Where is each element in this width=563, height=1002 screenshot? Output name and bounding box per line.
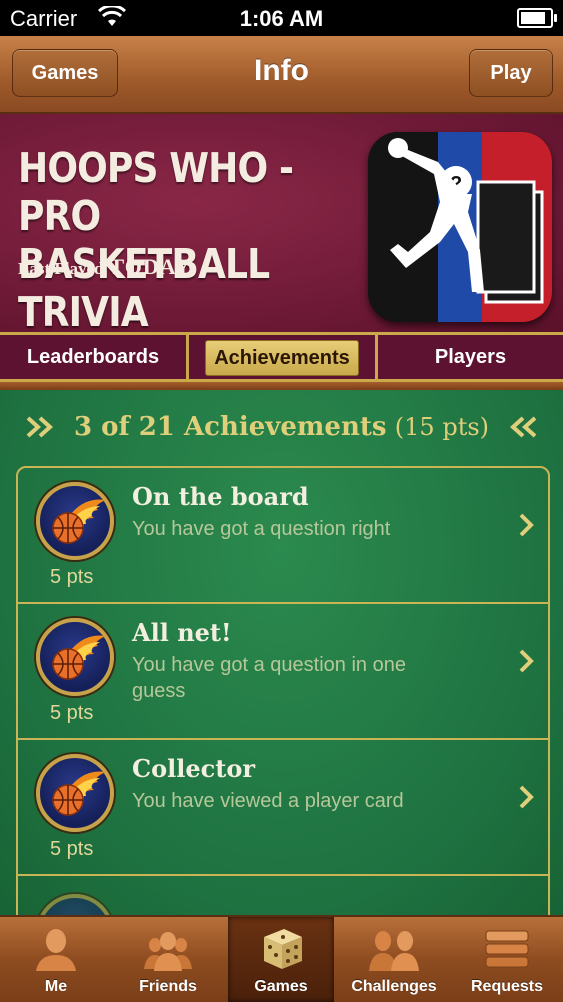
achievement-row[interactable]: 5 pts On the board You have got a questi… bbox=[18, 468, 548, 604]
achievement-description: You have got a question right bbox=[132, 518, 391, 540]
chevron-right-icon bbox=[519, 513, 534, 537]
achievement-row[interactable]: 5 pts All net! You have got a question i… bbox=[18, 604, 548, 740]
chevron-right-icon bbox=[519, 785, 534, 809]
achievement-points: 5 pts bbox=[50, 838, 94, 860]
tab-me-label: Me bbox=[44, 978, 68, 995]
tab-leaderboards[interactable]: Leaderboards bbox=[0, 335, 189, 379]
segmented-control: Leaderboards Achievements Players bbox=[0, 332, 563, 382]
tab-challenges[interactable]: Challenges bbox=[338, 917, 450, 1002]
flaming-basketball-icon bbox=[36, 754, 114, 832]
navigation-bar: Games Info Play bbox=[0, 36, 563, 114]
tab-requests-label: Requests bbox=[470, 978, 544, 995]
tab-achievements[interactable]: Achievements bbox=[189, 335, 378, 379]
tab-games-label: Games bbox=[254, 978, 308, 995]
tab-leaderboards-label: Leaderboards bbox=[26, 346, 160, 368]
challenges-icon bbox=[369, 931, 419, 971]
flaming-basketball-icon bbox=[36, 482, 114, 560]
last-played-label: Last Played bbox=[18, 259, 104, 278]
achievements-panel: 3 of 21 Achievements (15 pts) 5 pts On t… bbox=[0, 390, 563, 940]
tab-challenges-label: Challenges bbox=[351, 978, 437, 995]
achievements-header: 3 of 21 Achievements (15 pts) bbox=[0, 412, 563, 442]
achievement-title: On the board bbox=[132, 482, 309, 511]
game-title: HOOPS WHO - PRO BASKETBALL TRIVIA bbox=[18, 144, 326, 336]
tab-friends[interactable]: Friends bbox=[112, 917, 224, 1002]
achievements-count: 3 of 21 Achievements bbox=[73, 412, 387, 442]
achievement-title: All net! bbox=[132, 618, 232, 647]
tab-bar: Me Friends Games Challenges Requests bbox=[0, 915, 563, 1002]
status-bar: Carrier 1:06 AM bbox=[0, 0, 563, 36]
achievements-list: 5 pts On the board You have got a questi… bbox=[16, 466, 550, 940]
tab-achievements-label: Achievements bbox=[205, 340, 359, 376]
status-time: 1:06 AM bbox=[239, 6, 324, 31]
person-icon bbox=[36, 929, 76, 971]
flaming-basketball-icon bbox=[36, 618, 114, 696]
tab-games[interactable]: Games bbox=[228, 917, 334, 1002]
game-banner: HOOPS WHO - PRO BASKETBALL TRIVIA Last P… bbox=[0, 114, 563, 336]
achievement-points: 5 pts bbox=[50, 702, 94, 724]
game-title-line-1: HOOPS WHO - PRO bbox=[18, 144, 294, 240]
tab-requests[interactable]: Requests bbox=[451, 917, 563, 1002]
achievement-description: You have viewed a player card bbox=[132, 790, 404, 812]
tab-players[interactable]: Players bbox=[378, 335, 563, 379]
battery-icon bbox=[517, 8, 557, 28]
play-button[interactable]: Play bbox=[469, 49, 553, 97]
friends-icon bbox=[144, 932, 192, 971]
tab-me[interactable]: Me bbox=[0, 917, 112, 1002]
last-played-value: TODAY bbox=[109, 254, 192, 279]
last-played: Last Played TODAY bbox=[18, 254, 192, 280]
double-chevron-left-icon bbox=[510, 416, 537, 438]
requests-icon bbox=[485, 930, 529, 968]
game-app-icon: ? bbox=[368, 132, 552, 322]
achievement-points: 5 pts bbox=[50, 566, 94, 588]
achievement-description: You have got a question in one guess bbox=[132, 654, 406, 702]
achievement-title: Collector bbox=[132, 754, 255, 783]
tab-players-label: Players bbox=[434, 346, 507, 368]
chevron-right-icon bbox=[519, 649, 534, 673]
tab-friends-label: Friends bbox=[139, 978, 197, 995]
achievement-row[interactable]: 5 pts Collector You have viewed a player… bbox=[18, 740, 548, 876]
wood-divider bbox=[0, 382, 563, 390]
basketball-player-icon: ? bbox=[368, 132, 552, 322]
achievements-points: (15 pts) bbox=[394, 413, 490, 441]
dice-icon bbox=[264, 929, 302, 969]
